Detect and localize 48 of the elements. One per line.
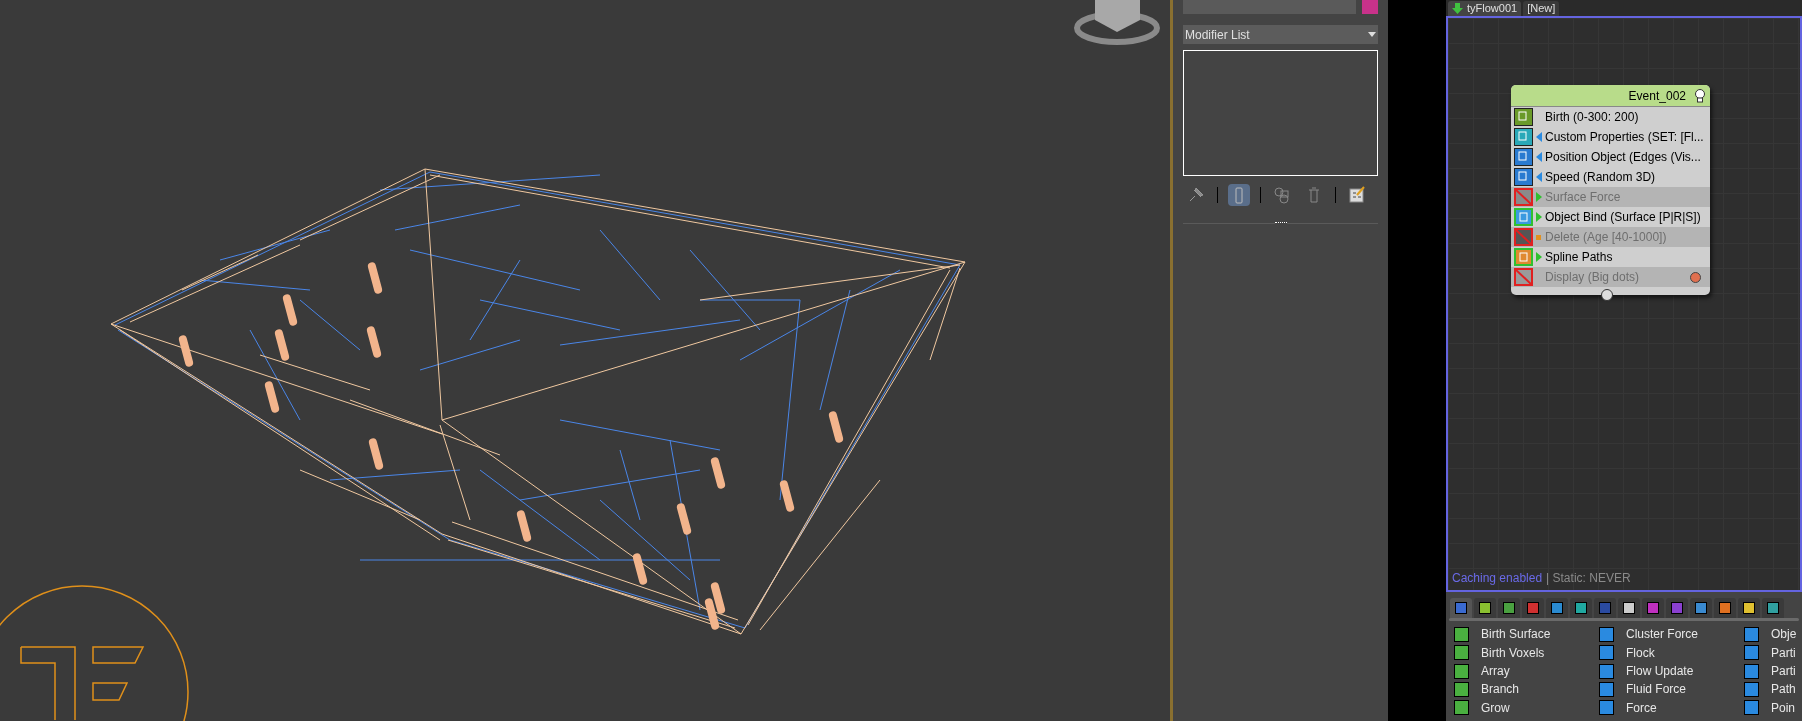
operator-list-item[interactable]: Fluid Force bbox=[1599, 680, 1744, 699]
operator-list-item[interactable]: Force bbox=[1599, 698, 1744, 717]
operator-list-item[interactable]: Parti bbox=[1744, 643, 1802, 662]
flow-canvas[interactable] bbox=[1446, 16, 1802, 592]
category-tab[interactable] bbox=[1738, 598, 1760, 618]
operator-row[interactable]: Birth (0-300: 200) bbox=[1511, 107, 1710, 127]
static-status: | Static: NEVER bbox=[1546, 570, 1631, 587]
category-tab[interactable] bbox=[1498, 598, 1520, 618]
operator-list-item[interactable]: Birth Surface bbox=[1454, 625, 1599, 644]
caching-status: Caching enabled bbox=[1452, 570, 1543, 587]
category-tab[interactable] bbox=[1690, 598, 1712, 618]
operator-row[interactable]: Custom Properties (SET: [Fl... bbox=[1511, 127, 1710, 147]
configure-icon bbox=[1347, 185, 1367, 205]
modifier-list-dropdown[interactable]: Modifier List bbox=[1183, 25, 1378, 44]
operator-list-item[interactable]: Birth Voxels bbox=[1454, 643, 1599, 662]
flow-tab[interactable]: tyFlow001 bbox=[1448, 1, 1522, 16]
operator-row[interactable]: Object Bind (Surface [P|R|S]) bbox=[1511, 207, 1710, 227]
category-tab[interactable] bbox=[1474, 598, 1496, 618]
event-title: Event_002 bbox=[1628, 87, 1686, 105]
toolbar-button[interactable] bbox=[1346, 184, 1368, 206]
operator-list-item[interactable]: Flock bbox=[1599, 643, 1744, 662]
operator-list-item[interactable]: Cluster Force bbox=[1599, 625, 1744, 644]
down-arrow-icon bbox=[1452, 3, 1463, 14]
make-unique-icon bbox=[1272, 185, 1292, 205]
modifier-stack-list[interactable] bbox=[1183, 50, 1378, 176]
operator-row[interactable]: Speed (Random 3D) bbox=[1511, 167, 1710, 187]
event-node[interactable] bbox=[1511, 85, 1710, 295]
operator-row[interactable]: Spline Paths bbox=[1511, 247, 1710, 267]
operator-list-item[interactable]: Grow bbox=[1454, 698, 1599, 717]
operator-list-item[interactable]: Obje bbox=[1744, 625, 1802, 644]
operator-list-item[interactable]: Parti bbox=[1744, 661, 1802, 681]
operator-list-item[interactable]: Array bbox=[1454, 661, 1599, 681]
operator-row[interactable]: Position Object (Edges (Vis... bbox=[1511, 147, 1710, 167]
caret-icon bbox=[1368, 32, 1376, 37]
category-tab[interactable] bbox=[1714, 598, 1736, 618]
operator-list-item[interactable]: Flow Update bbox=[1599, 661, 1744, 681]
operator-list-item[interactable]: Poin bbox=[1744, 698, 1802, 717]
operator-list-item[interactable]: Path bbox=[1744, 680, 1802, 699]
flow-tab[interactable]: [New] bbox=[1523, 1, 1560, 16]
category-tab[interactable] bbox=[1618, 598, 1640, 618]
lightbulb-icon[interactable] bbox=[1694, 88, 1706, 103]
category-tab[interactable] bbox=[1546, 598, 1568, 618]
operator-list-item[interactable]: Branch bbox=[1454, 680, 1599, 699]
category-tab[interactable] bbox=[1570, 598, 1592, 618]
drag-handle-icon[interactable] bbox=[1274, 222, 1287, 225]
dropdown-label: Modifier List bbox=[1185, 26, 1250, 44]
category-tab[interactable] bbox=[1762, 598, 1784, 618]
color-swatch[interactable] bbox=[1362, 0, 1378, 14]
